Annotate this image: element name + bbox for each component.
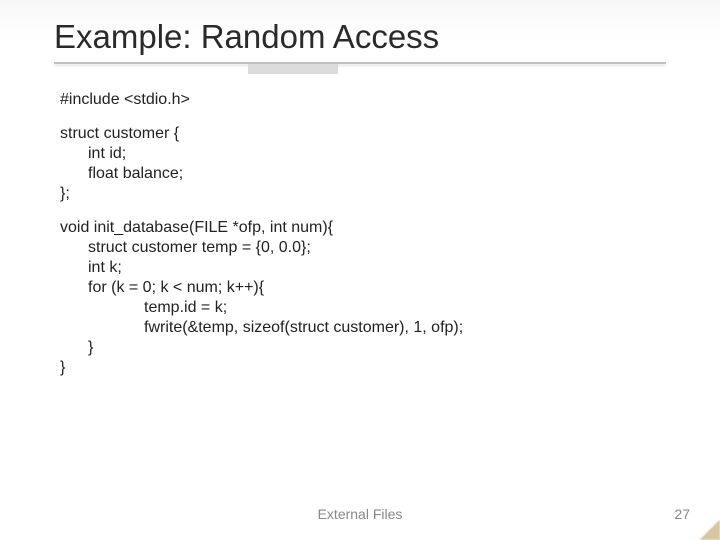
code-line: } xyxy=(60,338,666,358)
code-line: struct customer temp = {0, 0.0}; xyxy=(60,238,666,258)
code-line: } xyxy=(60,358,666,378)
code-line: #include <stdio.h> xyxy=(60,90,666,110)
code-line: int id; xyxy=(60,144,666,164)
code-line: struct customer { xyxy=(60,124,666,144)
title-accent xyxy=(248,64,338,74)
slide: Example: Random Access #include <stdio.h… xyxy=(0,0,720,540)
code-line: temp.id = k; xyxy=(60,298,666,318)
slide-title: Example: Random Access xyxy=(54,18,666,56)
code-body: #include <stdio.h> struct customer { int… xyxy=(54,72,666,378)
footer-text: External Files xyxy=(0,506,720,522)
code-line: for (k = 0; k < num; k++){ xyxy=(60,278,666,298)
code-struct-block: struct customer { int id; float balance;… xyxy=(60,124,666,204)
code-line: }; xyxy=(60,184,666,204)
code-include-block: #include <stdio.h> xyxy=(60,90,666,110)
page-number: 27 xyxy=(674,506,690,522)
code-line: void init_database(FILE *ofp, int num){ xyxy=(60,218,666,238)
code-line: int k; xyxy=(60,258,666,278)
code-line: fwrite(&temp, sizeof(struct customer), 1… xyxy=(60,318,666,338)
code-function-block: void init_database(FILE *ofp, int num){ … xyxy=(60,218,666,378)
title-underline xyxy=(54,62,666,64)
code-line: float balance; xyxy=(60,164,666,184)
page-curl-icon xyxy=(700,520,720,540)
